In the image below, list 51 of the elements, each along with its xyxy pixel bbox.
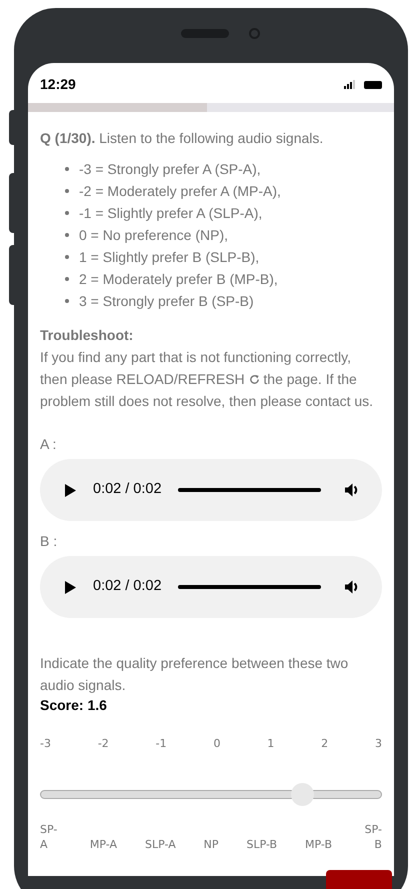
tick-label: 3: [374, 736, 382, 752]
signal-icon: [344, 80, 356, 89]
legend-item: -2 = Moderately prefer A (MP-A),: [79, 182, 281, 201]
legend-item: 0 = No preference (NP),: [79, 226, 228, 245]
question-text: Q (1/30). Listen to the following audio signals.: [40, 129, 324, 148]
playback-time: 0:02 / 0:02: [93, 577, 162, 596]
slider-track[interactable]: [40, 790, 382, 798]
legend-item: 1 = Slightly prefer B (SLP-B),: [79, 248, 260, 267]
slider[interactable]: [40, 782, 382, 806]
bullet-icon: [65, 167, 69, 171]
score-text: Score: 1.6: [40, 696, 107, 714]
slider-thumb[interactable]: [291, 782, 314, 806]
troubleshoot-title: Troubleshoot:: [40, 326, 134, 345]
tick-label: -2: [98, 736, 109, 752]
playback-time: 0:02 / 0:02: [93, 480, 162, 500]
legend-item: 3 = Strongly prefer B (SP-B): [79, 292, 254, 311]
volume-icon[interactable]: [345, 580, 360, 594]
bullet-icon: [65, 211, 69, 215]
legend-item: 2 = Moderately prefer B (MP-B),: [79, 270, 278, 289]
tick-label: 2: [321, 736, 328, 752]
bullet-icon: [65, 277, 69, 281]
tick-label: 0: [213, 736, 220, 752]
scale-label: SP-B: [364, 822, 382, 852]
bullet-icon: [65, 255, 69, 259]
reload-icon: [248, 374, 260, 385]
bullet-icon: [65, 189, 69, 193]
scale-label: NP: [204, 836, 219, 852]
bullet-icon: [65, 233, 69, 237]
legend-item: -3 = Strongly prefer A (SP-A),: [79, 160, 261, 179]
status-time: 12:29: [40, 75, 76, 94]
audio-player[interactable]: 0:02 / 0:02: [40, 556, 382, 618]
tick-label: 1: [267, 736, 274, 752]
scale-label: SLP-B: [246, 836, 278, 852]
scale-label: SP-A: [40, 822, 58, 852]
bullet-icon: [65, 299, 69, 303]
scale-label: MP-A: [90, 836, 118, 852]
player-label: B :: [40, 532, 58, 551]
volume-icon[interactable]: [345, 483, 360, 497]
tick-label: -3: [40, 736, 51, 752]
play-icon[interactable]: [65, 484, 76, 496]
player-label: A :: [40, 435, 56, 454]
audio-player[interactable]: 0:02 / 0:02: [40, 459, 382, 521]
play-icon[interactable]: [65, 580, 76, 594]
prompt-text: Indicate the quality preference between these two audio signals.: [40, 654, 350, 695]
troubleshoot-text: If you find any part that is not functioning correctly, then please RELOAD/REFRESH the page. If the problem still does not resolve, then please contact us.: [40, 348, 374, 411]
battery-icon: [364, 80, 382, 88]
tick-label: -1: [156, 736, 167, 752]
legend-item: -1 = Slightly prefer A (SLP-A),: [79, 204, 262, 223]
scale-label: SLP-A: [144, 836, 176, 852]
scale-label: MP-B: [305, 836, 332, 852]
speaker-grille: [181, 29, 229, 38]
